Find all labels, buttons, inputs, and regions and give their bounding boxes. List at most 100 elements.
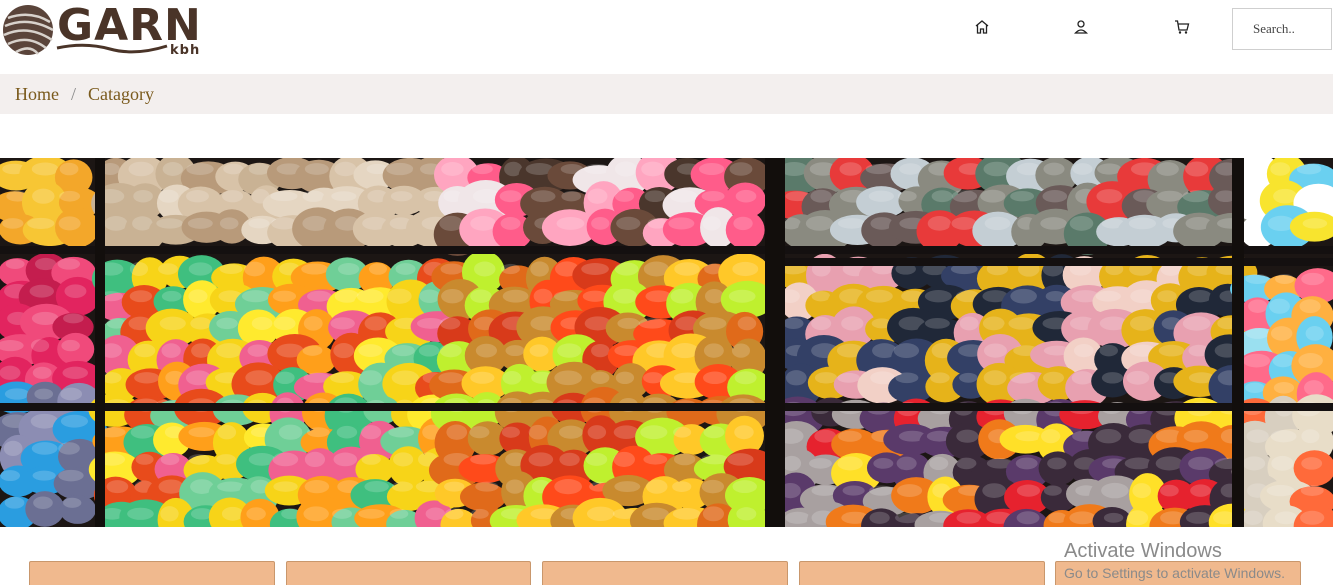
yarn-highlight (1275, 274, 1295, 284)
yarn-highlight (533, 288, 553, 304)
yarn-highlight (216, 343, 242, 359)
yarn-highlight (1270, 162, 1291, 176)
yarn-highlight (159, 316, 186, 331)
yarn-highlight (1099, 344, 1118, 357)
yarn-highlight (895, 372, 919, 384)
yarn-highlight (446, 424, 468, 440)
garn-logo[interactable]: GARN kbh (0, 0, 210, 62)
shelf-board (780, 258, 1333, 266)
yarn-highlight (561, 190, 582, 202)
yarn-highlight (302, 345, 323, 356)
shelf-upright (765, 158, 785, 527)
yarn-highlight (470, 371, 495, 384)
yarn-highlight (1069, 215, 1094, 231)
yarn-highlight (733, 216, 753, 231)
yarn-highlight (1069, 511, 1096, 525)
yarn-highlight (785, 370, 807, 386)
yarn-highlight (217, 425, 237, 440)
yarn-highlight (438, 372, 464, 384)
yarn-highlight (244, 261, 266, 277)
yarn-highlight (364, 480, 389, 493)
yarn-highlight (388, 426, 415, 438)
yarn-highlight (188, 262, 213, 276)
yarn-highlight (1101, 372, 1124, 384)
yarn-highlight (556, 216, 585, 230)
yarn-highlight (364, 316, 387, 331)
yarn-highlight (1299, 299, 1321, 314)
yarn-highlight (389, 508, 409, 519)
yarn-highlight (701, 190, 725, 202)
yarn-highlight (1248, 299, 1268, 313)
yarn-highlight (356, 289, 384, 304)
breadcrumb-home[interactable]: Home (15, 84, 59, 105)
yarn-highlight (1273, 382, 1295, 394)
yarn-highlight (811, 316, 832, 331)
category-card[interactable] (286, 561, 531, 585)
yarn-highlight (736, 507, 757, 521)
yarn-highlight (158, 263, 178, 275)
yarn-highlight (359, 370, 383, 386)
yarn-highlight (1042, 371, 1065, 384)
yarn-highlight (865, 289, 893, 303)
yarn-highlight (672, 481, 692, 492)
yarn-highlight (614, 161, 637, 177)
user-icon[interactable] (1071, 17, 1091, 37)
yarn-highlight (1096, 189, 1123, 204)
category-card[interactable] (29, 561, 275, 585)
yarn-highlight (671, 343, 699, 359)
yarn-highlight (219, 217, 239, 230)
yarn-highlight (59, 190, 81, 202)
home-icon[interactable] (972, 17, 992, 37)
yarn-highlight (275, 371, 295, 385)
yarn-highlight (502, 289, 529, 303)
yarn-highlight (391, 370, 419, 386)
yarn-highlight (188, 427, 215, 438)
cart-icon[interactable] (1172, 17, 1192, 37)
yarn-ball (725, 210, 765, 250)
yarn-highlight (1246, 429, 1269, 443)
yarn-highlight (330, 317, 355, 330)
yarn-highlight (929, 456, 949, 471)
yarn-highlight (161, 290, 182, 302)
yarn-highlight (729, 162, 753, 176)
yarn-highlight (837, 218, 866, 229)
breadcrumb-current[interactable]: Catagory (88, 84, 154, 105)
yarn-highlight (669, 189, 698, 203)
yarn-highlight (557, 343, 582, 358)
shelf-upright (1232, 158, 1244, 527)
yarn-highlight (333, 343, 355, 359)
yarn-highlight (440, 263, 464, 275)
yarn-highlight (241, 290, 270, 303)
yarn-highlight (613, 425, 639, 440)
yarn-highlight (106, 480, 129, 494)
yarn-highlight (1010, 288, 1037, 304)
yarn-highlight (307, 290, 332, 302)
yarn-highlight (273, 481, 298, 492)
yarn-highlight (673, 426, 692, 438)
category-card[interactable] (1055, 561, 1301, 585)
yarn-highlight (528, 452, 554, 467)
yarn-highlight (1010, 190, 1035, 202)
yarn-highlight (273, 316, 296, 331)
yarn-highlight (1101, 482, 1129, 499)
yarn-highlight (5, 258, 25, 270)
category-card[interactable] (542, 561, 788, 585)
yarn-highlight (810, 189, 832, 203)
yarn-highlight (59, 162, 79, 176)
yarn-highlight (809, 458, 832, 469)
yarn-highlight (186, 190, 209, 203)
yarn-highlight (728, 289, 756, 303)
yarn-highlight (303, 506, 329, 522)
logo-subtitle: kbh (170, 43, 201, 58)
yarn-highlight (642, 507, 669, 521)
yarn-highlight (1269, 298, 1290, 314)
yarn-highlight (590, 371, 610, 384)
yarn-highlight (1271, 455, 1294, 471)
yarn-highlight (614, 190, 635, 202)
category-card[interactable] (799, 561, 1045, 585)
yarn-highlight (188, 454, 210, 465)
yarn-highlight (839, 162, 862, 176)
yarn-highlight (1097, 163, 1122, 175)
search-input[interactable] (1232, 8, 1332, 50)
yarn-highlight (842, 485, 865, 496)
